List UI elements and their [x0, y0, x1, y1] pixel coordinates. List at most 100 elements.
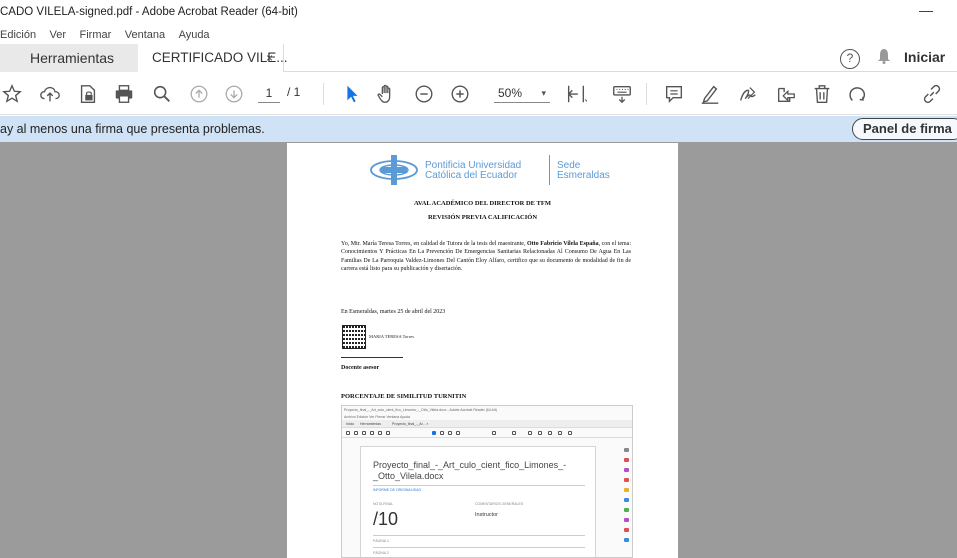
help-icon[interactable]: ? [840, 49, 860, 69]
signature-qr-code [342, 325, 366, 349]
menu-ayuda[interactable]: Ayuda [179, 29, 210, 41]
tab-herramientas[interactable]: Herramientas [0, 44, 138, 72]
window-title: CADO VILELA-signed.pdf - Adobe Acrobat R… [0, 6, 298, 18]
shot-tool-icon [512, 431, 516, 435]
shot-rail-icon [624, 508, 629, 512]
page-up-icon[interactable] [187, 82, 211, 106]
bell-icon[interactable] [877, 48, 891, 68]
zoom-search-icon[interactable] [150, 82, 174, 106]
fit-page-icon[interactable] [564, 82, 588, 106]
shot-tool-icon [440, 431, 444, 435]
shot-tab-document: Proyecto_final_-_Ar... × [392, 422, 429, 426]
signer-role: Docente asesor [341, 365, 380, 371]
shot-filename: Proyecto_final_-_Art_culo_cient_fico_Lim… [373, 460, 567, 481]
date-line: En Esmeraldas, martes 25 de abril del 20… [341, 309, 446, 315]
select-cursor-icon[interactable] [340, 82, 364, 106]
qr-signer-name: MARIA TERESA Torres [369, 334, 415, 339]
shot-window-title: Proyecto_final_-_Art_culo_cient_fico_Lim… [344, 408, 497, 412]
shot-rail-icon [624, 468, 629, 472]
shot-rail-icon [624, 478, 629, 482]
menu-bar: Edición Ver Firmar Ventana Ayuda [0, 25, 957, 41]
shot-tool-icon [568, 431, 572, 435]
page-number-input[interactable]: 1 [258, 83, 280, 103]
tab-bar: Herramientas CERTIFICADO VILE... × ? Ini… [0, 44, 957, 72]
turnitin-heading: PORCENTAJE DE SIMILITUD TURNITIN [341, 393, 467, 400]
logo-divider [549, 155, 550, 185]
main-toolbar: 1 / 1 50% ▾ [0, 73, 957, 115]
shot-tool-icon [386, 431, 390, 435]
shot-page1-label: PÁGINA 1 [373, 539, 389, 543]
university-emblem-icon [370, 155, 418, 185]
shot-rail-icon [624, 458, 629, 462]
shot-divider [373, 547, 585, 548]
shot-rail-icon [624, 538, 629, 542]
shot-tab-herramientas: Herramientas [360, 422, 382, 426]
shot-tool-icon [538, 431, 542, 435]
zoom-in-icon[interactable] [448, 82, 472, 106]
menu-ver[interactable]: Ver [50, 29, 67, 41]
tab-document[interactable]: CERTIFICADO VILE... × [138, 44, 288, 72]
zoom-value: 50% [498, 86, 523, 100]
sign-in-button[interactable]: Iniciar [904, 49, 945, 65]
rotate-icon[interactable] [845, 82, 869, 106]
university-logo: Pontificia Universidad Católica del Ecua… [369, 153, 610, 192]
shot-tool-icon [528, 431, 532, 435]
shot-instructor: Instructor [475, 512, 498, 518]
certification-paragraph: Yo, Mtr. María Teresa Torres, en calidad… [341, 240, 631, 274]
signature-warning-message: ay al menos una firma que presenta probl… [0, 122, 265, 136]
minimize-button[interactable]: — [919, 2, 933, 18]
shot-tool-icon [370, 431, 374, 435]
shot-tab-bar: Inicio Herramientas Proyecto_final_-_Ar.… [342, 420, 632, 428]
toolbar-divider [323, 83, 324, 105]
shot-tool-icon [362, 431, 366, 435]
shot-divider [373, 535, 585, 536]
turnitin-screenshot: Proyecto_final_-_Art_culo_cient_fico_Lim… [341, 405, 633, 558]
zoom-out-icon[interactable] [412, 82, 436, 106]
share-icon[interactable] [774, 82, 798, 106]
hand-icon[interactable] [374, 82, 398, 106]
signature-warning-bar: ay al menos una firma que presenta probl… [0, 116, 957, 142]
zoom-select[interactable]: 50% ▾ [494, 83, 550, 103]
shot-grade-card: Proyecto_final_-_Art_culo_cient_fico_Lim… [360, 446, 596, 557]
shot-tools-rail [620, 438, 632, 557]
shot-page2-label: PÁGINA 2 [373, 551, 389, 555]
university-name-line2: Católica del Ecuador [425, 170, 518, 181]
upload-cloud-icon[interactable] [38, 82, 62, 106]
shot-tool-icon [354, 431, 358, 435]
shot-toolbar [342, 428, 632, 438]
toolbar-divider [646, 83, 647, 105]
menu-firmar[interactable]: Firmar [80, 29, 112, 41]
star-icon[interactable] [0, 82, 24, 106]
shot-menu-bar: Archivo Edición Ver Firmar Ventana Ayuda [344, 415, 410, 419]
page-down-icon[interactable] [222, 82, 246, 106]
file-lock-icon[interactable] [76, 82, 100, 106]
shot-tool-icon [378, 431, 382, 435]
shot-tool-icon [448, 431, 452, 435]
keyboard-icon[interactable] [610, 82, 634, 106]
menu-edicion[interactable]: Edición [0, 29, 36, 41]
tab-herramientas-label: Herramientas [30, 50, 115, 66]
student-name: Otto Fabricio Vilela España [527, 241, 599, 247]
comment-icon[interactable] [662, 82, 686, 106]
menu-ventana[interactable]: Ventana [125, 29, 165, 41]
shot-rail-icon [624, 488, 629, 492]
chevron-down-icon: ▾ [541, 88, 546, 98]
sign-icon[interactable] [736, 82, 760, 106]
link-icon[interactable] [920, 82, 944, 106]
campus-line2: Esmeraldas [557, 170, 610, 181]
document-viewer[interactable]: Pontificia Universidad Católica del Ecua… [0, 142, 957, 558]
signature-panel-button[interactable]: Panel de firma [852, 118, 957, 140]
document-heading: AVAL ACADÉMICO DEL DIRECTOR DE TFM [414, 200, 551, 207]
close-tab-icon[interactable]: × [266, 51, 273, 65]
title-bar: CADO VILELA-signed.pdf - Adobe Acrobat R… [0, 0, 957, 24]
delete-icon[interactable] [810, 82, 834, 106]
signature-line [341, 357, 403, 358]
shot-tool-icon [432, 431, 436, 435]
pdf-page: Pontificia Universidad Católica del Ecua… [287, 143, 678, 558]
shot-rail-icon [624, 498, 629, 502]
shot-divider [373, 485, 585, 486]
print-icon[interactable] [112, 82, 136, 106]
page-total: / 1 [287, 85, 301, 99]
shot-tool-icon [548, 431, 552, 435]
highlight-pen-icon[interactable] [698, 82, 722, 106]
